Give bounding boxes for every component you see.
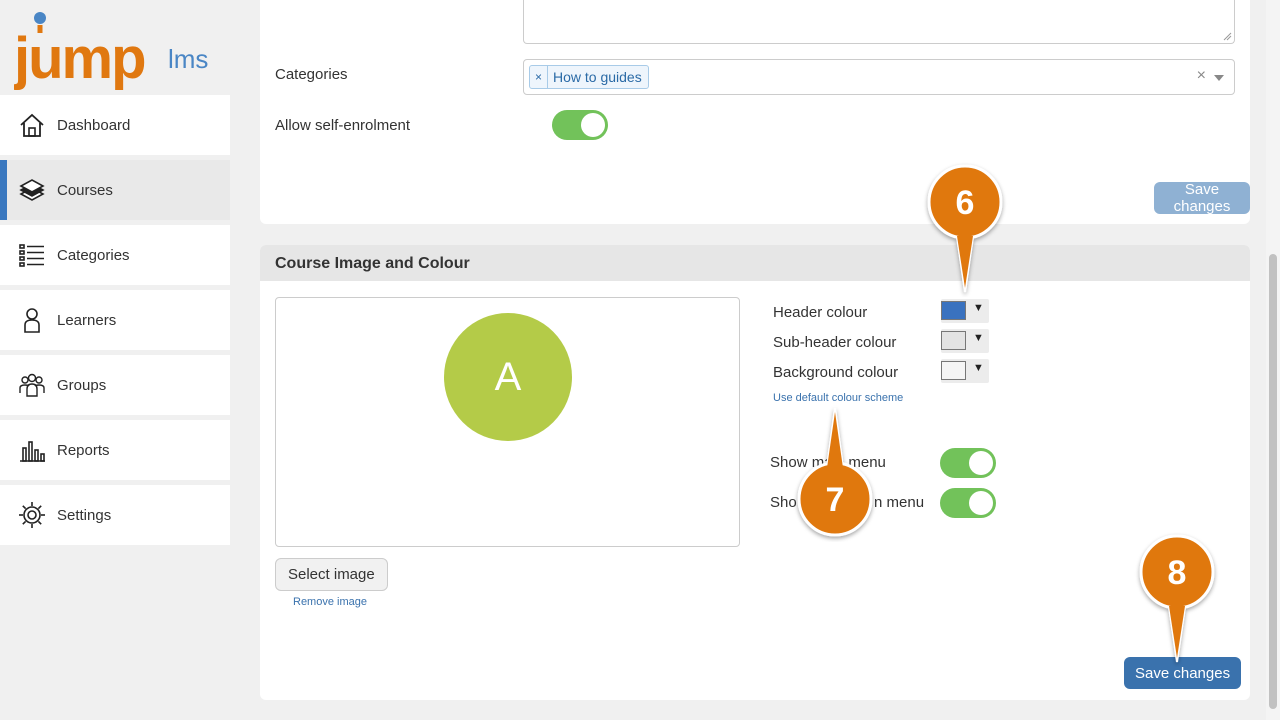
show-second-menu-toggle[interactable] (940, 488, 996, 518)
subheader-colour-label: Sub-header colour (773, 334, 897, 351)
sidebar-item-categories[interactable]: Categories (0, 225, 230, 285)
self-enrolment-label: Allow self-enrolment (275, 117, 411, 134)
self-enrolment-toggle[interactable] (552, 110, 608, 140)
sidebar-item-label: Groups (57, 376, 107, 394)
subheader-colour-swatch (941, 331, 966, 350)
svg-text:jump: jump (14, 26, 145, 91)
save-changes-button[interactable]: Save changes (1154, 181, 1250, 215)
callout-number: 8 (1168, 554, 1187, 592)
callout-marker-6: 6 (927, 164, 1003, 293)
bar-chart-icon (20, 441, 45, 462)
dropdown-arrow-icon: ▼ (973, 302, 984, 314)
background-colour-label: Background colour (773, 364, 899, 381)
card-header: Course Image and Colour (260, 245, 1250, 281)
tag-remove-icon[interactable]: × (530, 66, 548, 88)
callout-marker-7: 7 (797, 407, 873, 537)
callout-marker-8: 8 (1139, 534, 1215, 663)
callout-number: 7 (826, 481, 845, 519)
show-main-menu-toggle[interactable] (940, 448, 996, 478)
svg-text:lms: lms (168, 44, 208, 74)
sidebar-nav: Dashboard Courses Categories Learners Gr… (0, 95, 230, 550)
home-icon (20, 113, 44, 137)
section-title: Course Image and Colour (275, 255, 470, 272)
clear-icon[interactable]: × (1197, 67, 1206, 85)
header-colour-swatch (941, 301, 966, 320)
chevron-down-icon[interactable] (1214, 75, 1224, 81)
scrollbar[interactable] (1266, 0, 1280, 720)
person-icon (24, 308, 40, 333)
sidebar-item-label: Reports (57, 441, 110, 459)
sidebar-item-label: Courses (57, 181, 113, 199)
sidebar-item-learners[interactable]: Learners (0, 290, 230, 350)
jumplms-logo[interactable]: jump lms (14, 8, 224, 94)
sidebar-item-groups[interactable]: Groups (0, 355, 230, 415)
background-colour-picker[interactable]: ▼ (941, 359, 989, 383)
course-image-colour-card: Course Image and Colour A Select image R… (260, 245, 1250, 700)
category-tag: × How to guides (529, 65, 649, 89)
description-textarea[interactable] (523, 0, 1235, 44)
categories-label: Categories (275, 66, 348, 83)
gear-icon (19, 502, 45, 528)
show-second-menu-label-end: n menu (874, 494, 925, 511)
background-colour-swatch (941, 361, 966, 380)
course-avatar: A (444, 313, 572, 441)
header-colour-label: Header colour (773, 304, 868, 321)
scrollbar-thumb[interactable] (1269, 254, 1277, 709)
select-image-button[interactable]: Select image (275, 558, 388, 591)
sidebar-item-dashboard[interactable]: Dashboard (0, 95, 230, 155)
sidebar-item-courses[interactable]: Courses (0, 160, 230, 220)
sidebar-item-label: Settings (57, 506, 112, 524)
remove-image-link[interactable]: Remove image (293, 596, 367, 608)
list-icon (19, 244, 44, 267)
course-image-preview: A (275, 297, 740, 547)
sidebar: jump lms Dashboard Courses Categories Le… (0, 0, 230, 720)
sidebar-item-label: Categories (57, 246, 130, 264)
sidebar-item-reports[interactable]: Reports (0, 420, 230, 480)
callout-number: 6 (956, 184, 975, 222)
course-details-card: Categories × How to guides × Allow self-… (260, 0, 1250, 224)
sidebar-item-label: Dashboard (57, 116, 131, 134)
sidebar-item-label: Learners (57, 311, 117, 329)
header-colour-picker[interactable]: ▼ (941, 299, 989, 323)
sidebar-item-settings[interactable]: Settings (0, 485, 230, 545)
dropdown-arrow-icon: ▼ (973, 362, 984, 374)
categories-select[interactable]: × How to guides × (523, 59, 1235, 95)
category-tag-label: How to guides (553, 69, 642, 85)
group-icon (19, 373, 45, 397)
resize-grip-icon[interactable] (1223, 32, 1232, 41)
subheader-colour-picker[interactable]: ▼ (941, 329, 989, 353)
dropdown-arrow-icon: ▼ (973, 332, 984, 344)
main-content: Categories × How to guides × Allow self-… (230, 0, 1266, 720)
books-icon (19, 179, 45, 201)
